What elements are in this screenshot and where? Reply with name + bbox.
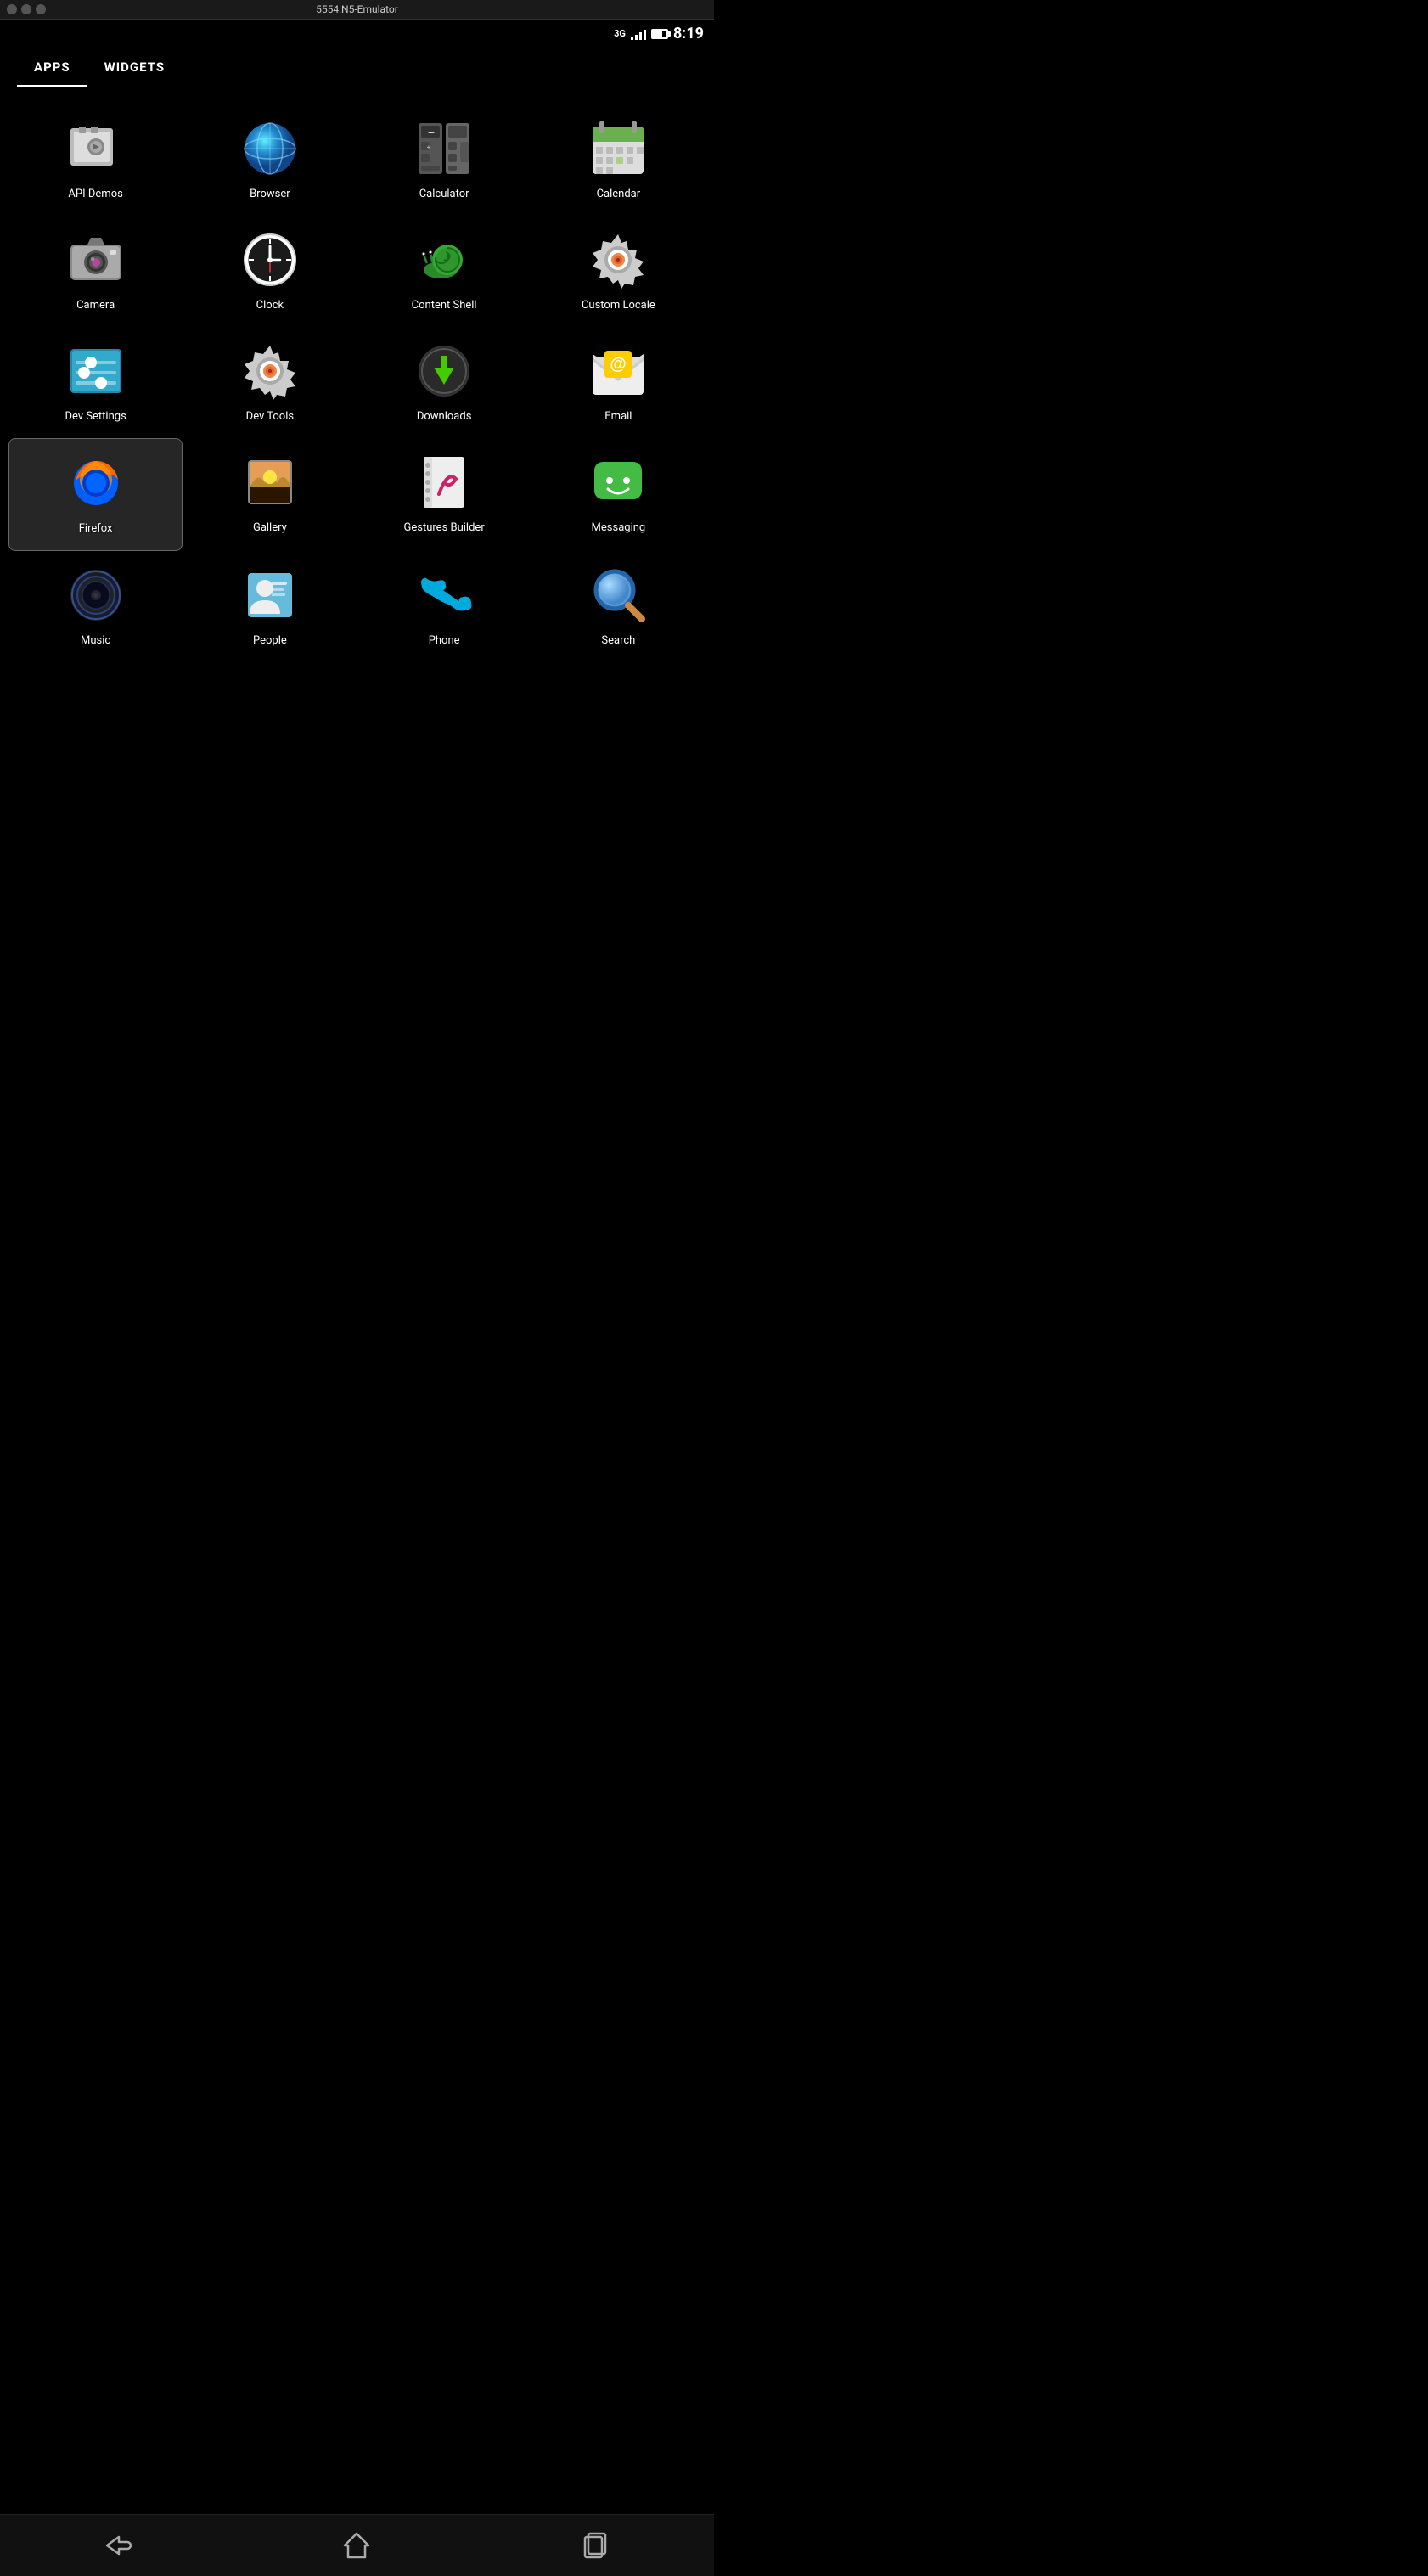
battery-icon bbox=[651, 29, 668, 39]
app-item-dev-settings[interactable]: Dev Settings bbox=[8, 327, 183, 438]
music-label: Music bbox=[81, 634, 110, 649]
clock-icon bbox=[239, 229, 301, 290]
dev-settings-label: Dev Settings bbox=[65, 410, 126, 425]
app-item-messaging[interactable]: Messaging bbox=[531, 438, 706, 551]
gestures-builder-icon bbox=[413, 452, 475, 513]
app-item-gestures-builder[interactable]: Gestures Builder bbox=[357, 438, 531, 551]
browser-icon bbox=[239, 118, 301, 179]
calculator-icon: − + + bbox=[413, 118, 475, 179]
recents-button[interactable] bbox=[570, 2528, 621, 2562]
app-item-firefox[interactable]: Firefox bbox=[8, 438, 183, 551]
camera-icon bbox=[65, 229, 126, 290]
email-label: Email bbox=[604, 410, 632, 425]
app-item-browser[interactable]: Browser bbox=[183, 104, 357, 216]
search-label: Search bbox=[601, 634, 635, 649]
calendar-icon bbox=[588, 118, 649, 179]
custom-locale-label: Custom Locale bbox=[582, 299, 655, 313]
app-item-calendar[interactable]: Calendar bbox=[531, 104, 706, 216]
app-item-music[interactable]: Music bbox=[8, 551, 183, 662]
firefox-icon bbox=[65, 453, 126, 514]
home-button[interactable] bbox=[331, 2528, 382, 2562]
firefox-label: Firefox bbox=[79, 522, 113, 537]
app-item-camera[interactable]: Camera bbox=[8, 216, 183, 327]
gestures-builder-label: Gestures Builder bbox=[404, 521, 485, 536]
api-demos-icon bbox=[65, 118, 126, 179]
phone-label: Phone bbox=[429, 634, 460, 649]
tab-widgets[interactable]: WIDGETS bbox=[87, 48, 182, 87]
email-icon: @ bbox=[588, 340, 649, 402]
app-item-downloads[interactable]: Downloads bbox=[357, 327, 531, 438]
minimize-btn[interactable] bbox=[21, 4, 31, 14]
downloads-icon bbox=[413, 340, 475, 402]
browser-label: Browser bbox=[250, 188, 290, 202]
title-bar: 5554:N5-Emulator bbox=[0, 0, 714, 20]
svg-text:@: @ bbox=[610, 355, 627, 374]
content-shell-icon bbox=[413, 229, 475, 290]
dev-tools-label: Dev Tools bbox=[246, 410, 294, 425]
app-item-email[interactable]: @ Email bbox=[531, 327, 706, 438]
nav-bar bbox=[0, 2514, 714, 2576]
status-bar: 3G 8:19 bbox=[0, 20, 714, 48]
people-icon bbox=[239, 565, 301, 626]
svg-text:+: + bbox=[427, 143, 431, 151]
app-item-gallery[interactable]: Gallery bbox=[183, 438, 357, 551]
content-shell-label: Content Shell bbox=[412, 299, 477, 313]
search-icon bbox=[588, 565, 649, 626]
window-title: 5554:N5-Emulator bbox=[316, 3, 398, 15]
tabs-bar: APPS WIDGETS bbox=[0, 48, 714, 87]
calculator-label: Calculator bbox=[419, 188, 469, 202]
messaging-label: Messaging bbox=[592, 521, 646, 536]
app-item-content-shell[interactable]: Content Shell bbox=[357, 216, 531, 327]
camera-label: Camera bbox=[76, 299, 115, 313]
calendar-label: Calendar bbox=[597, 188, 641, 202]
clock-label: Clock bbox=[256, 299, 284, 313]
dev-settings-icon bbox=[65, 340, 126, 402]
gallery-icon bbox=[239, 452, 301, 513]
close-btn[interactable] bbox=[7, 4, 17, 14]
app-grid-wrapper: API Demos bbox=[0, 87, 714, 746]
app-item-calculator[interactable]: − + + Calculator bbox=[357, 104, 531, 216]
app-item-clock[interactable]: Clock bbox=[183, 216, 357, 327]
svg-text:−: − bbox=[428, 126, 435, 139]
app-grid: API Demos bbox=[0, 87, 714, 678]
window-controls bbox=[7, 4, 46, 14]
back-button[interactable] bbox=[93, 2528, 144, 2562]
network-type: 3G bbox=[614, 28, 626, 39]
phone-icon bbox=[413, 565, 475, 626]
app-item-search[interactable]: Search bbox=[531, 551, 706, 662]
messaging-icon bbox=[588, 452, 649, 513]
app-item-api-demos[interactable]: API Demos bbox=[8, 104, 183, 216]
downloads-label: Downloads bbox=[417, 410, 472, 425]
gallery-label: Gallery bbox=[253, 521, 287, 536]
signal-bars bbox=[631, 28, 646, 40]
people-label: People bbox=[253, 634, 287, 649]
app-item-custom-locale[interactable]: Custom Locale bbox=[531, 216, 706, 327]
app-item-phone[interactable]: Phone bbox=[357, 551, 531, 662]
custom-locale-icon bbox=[588, 229, 649, 290]
status-time: 8:19 bbox=[673, 25, 704, 42]
app-item-people[interactable]: People bbox=[183, 551, 357, 662]
dev-tools-icon bbox=[239, 340, 301, 402]
api-demos-label: API Demos bbox=[68, 188, 122, 202]
maximize-btn[interactable] bbox=[36, 4, 46, 14]
music-icon bbox=[65, 565, 126, 626]
tab-apps[interactable]: APPS bbox=[17, 48, 87, 87]
app-item-dev-tools[interactable]: Dev Tools bbox=[183, 327, 357, 438]
